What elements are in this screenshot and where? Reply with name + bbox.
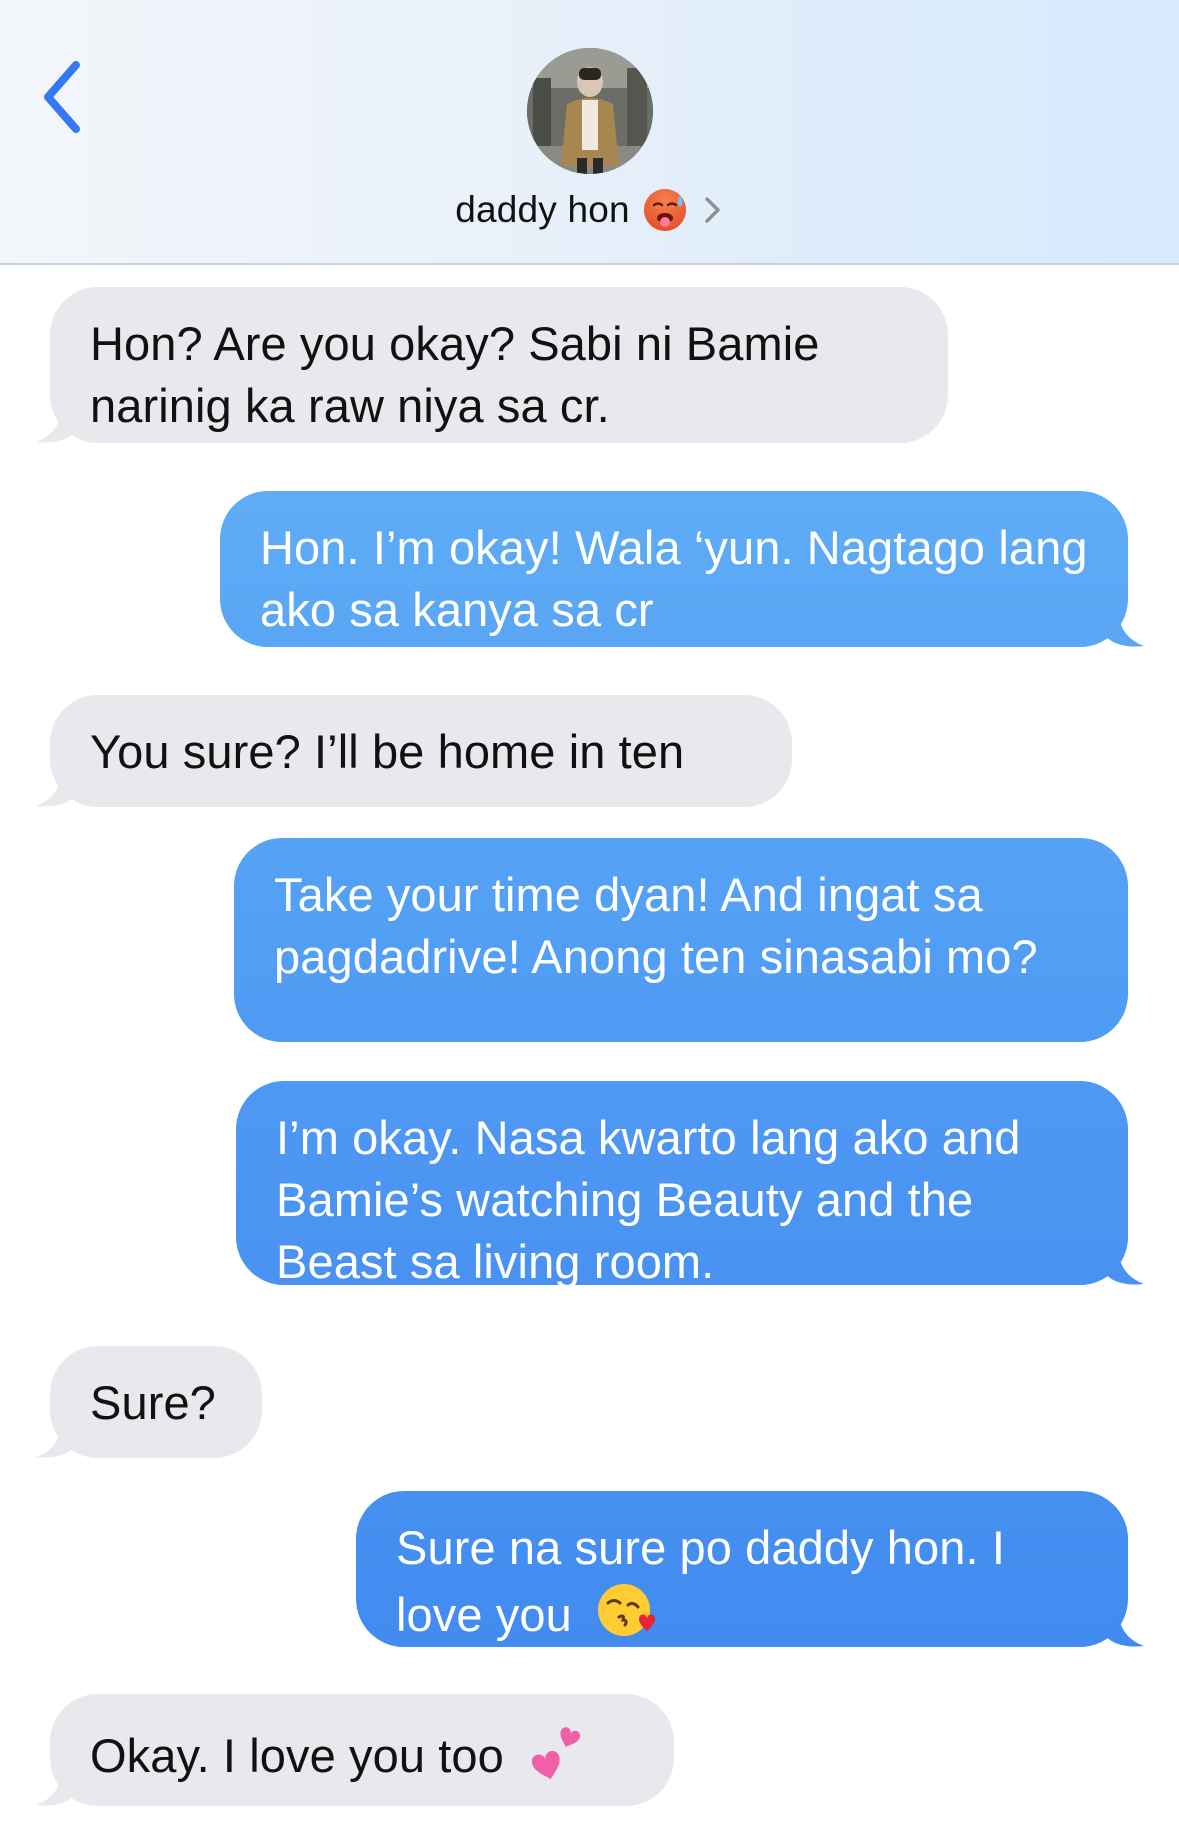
message-text: Okay. I love you too [90, 1729, 504, 1782]
bubble-tail [36, 768, 74, 807]
conversation-header: daddy hon [0, 0, 1179, 265]
message-text: Hon. I’m okay! Wala ‘yun. Nagtago lang a… [260, 521, 1088, 636]
message-bubble-sent[interactable]: Sure na sure po daddy hon. I love you [356, 1491, 1128, 1647]
face-blowing-kiss-emoji [598, 1584, 656, 1636]
message-bubble-received[interactable]: Sure? [50, 1346, 262, 1458]
message-bubble-sent[interactable]: Take your time dyan! And ingat sa pagdad… [234, 838, 1128, 1042]
message-bubble-sent[interactable]: Hon. I’m okay! Wala ‘yun. Nagtago lang a… [220, 491, 1128, 647]
avatar[interactable] [527, 48, 653, 174]
hot-face-emoji [643, 189, 686, 231]
bubble-tail [1106, 608, 1144, 647]
message-bubble-sent[interactable]: I’m okay. Nasa kwarto lang ako and Bamie… [236, 1081, 1128, 1288]
chevron-right-icon [705, 197, 720, 223]
message-text: Hon? Are you okay? Sabi ni Bamie narinig… [90, 317, 820, 432]
message-text: I’m okay. Nasa kwarto lang ako and Bamie… [276, 1111, 1021, 1288]
bubble-tail [1106, 1246, 1144, 1285]
message-text: Sure na sure po daddy hon. I love you [396, 1521, 1006, 1641]
message-bubble-received[interactable]: Okay. I love you too [50, 1694, 674, 1806]
message-bubble-received[interactable]: You sure? I’ll be home in ten [50, 695, 792, 807]
messages-screen: daddy hon Hon? Are you okay? Sabi ni Bam… [0, 0, 1179, 1845]
two-hearts-emoji [531, 1727, 581, 1780]
message-text: Sure? [90, 1376, 216, 1429]
message-thread[interactable]: Hon? Are you okay? Sabi ni Bamie narinig… [0, 267, 1179, 1845]
message-text: Take your time dyan! And ingat sa pagdad… [274, 868, 1038, 983]
contact-photo [527, 48, 653, 174]
bubble-tail [36, 404, 74, 443]
bubble-tail [1106, 1608, 1144, 1647]
bubble-tail [36, 1419, 74, 1458]
back-button[interactable] [32, 58, 92, 136]
message-text: You sure? I’ll be home in ten [90, 725, 685, 778]
contact-name: daddy hon [455, 189, 630, 230]
contact-name-row[interactable]: daddy hon [0, 185, 1179, 235]
message-bubble-received[interactable]: Hon? Are you okay? Sabi ni Bamie narinig… [50, 287, 948, 443]
bubble-tail [36, 1767, 74, 1806]
chevron-left-icon [44, 61, 80, 133]
